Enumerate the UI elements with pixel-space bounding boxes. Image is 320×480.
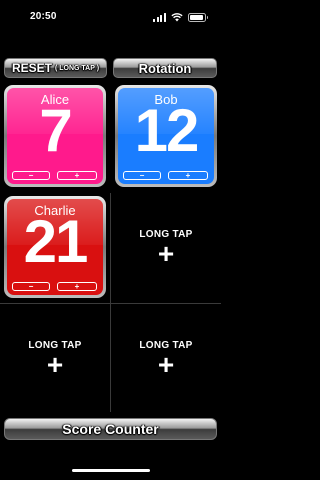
increment-button[interactable]: + xyxy=(168,171,208,180)
decrement-button[interactable]: − xyxy=(12,282,50,291)
player-card[interactable]: Bob 12 − + xyxy=(115,85,217,187)
player-grid: Alice 7 − + Bob 12 − + Charlie 21 − + LO… xyxy=(0,82,221,412)
player-card[interactable]: Charlie 21 − + xyxy=(4,196,106,298)
empty-slot[interactable]: LONG TAP + xyxy=(111,304,221,414)
grid-divider-horizontal xyxy=(0,303,221,304)
reset-hint: ( LONG TAP ) xyxy=(54,64,100,72)
cellular-signal-icon xyxy=(153,13,167,22)
home-indicator xyxy=(72,469,150,472)
player-cell-bob: Bob 12 − + xyxy=(111,82,221,192)
player-card-face: Alice 7 − + xyxy=(7,88,103,184)
add-player-icon: + xyxy=(157,238,175,269)
empty-slot[interactable]: LONG TAP + xyxy=(111,193,221,303)
add-player-icon: + xyxy=(157,349,175,380)
status-time: 20:50 xyxy=(30,11,57,22)
wifi-icon xyxy=(171,13,183,22)
increment-button[interactable]: + xyxy=(57,282,97,291)
add-player-icon: + xyxy=(46,349,64,380)
app-title-bar: Score Counter xyxy=(4,418,217,440)
player-cell-charlie: Charlie 21 − + xyxy=(0,193,110,303)
player-card-face: Charlie 21 − + xyxy=(7,199,103,295)
decrement-button[interactable]: − xyxy=(12,171,50,180)
player-score: 7 xyxy=(39,97,72,164)
player-card-face: Bob 12 − + xyxy=(118,88,214,184)
status-bar: 20:50 xyxy=(0,0,221,34)
player-score: 12 xyxy=(134,97,200,164)
decrement-button[interactable]: − xyxy=(123,171,161,180)
battery-icon xyxy=(188,13,208,22)
empty-slot[interactable]: LONG TAP + xyxy=(0,304,110,414)
player-cell-alice: Alice 7 − + xyxy=(0,82,110,192)
reset-label: RESET xyxy=(11,61,52,75)
player-score: 21 xyxy=(23,208,89,275)
player-card[interactable]: Alice 7 − + xyxy=(4,85,106,187)
increment-button[interactable]: + xyxy=(57,171,97,180)
rotation-button[interactable]: Rotation xyxy=(113,58,217,78)
reset-button[interactable]: RESET ( LONG TAP ) xyxy=(4,58,107,78)
